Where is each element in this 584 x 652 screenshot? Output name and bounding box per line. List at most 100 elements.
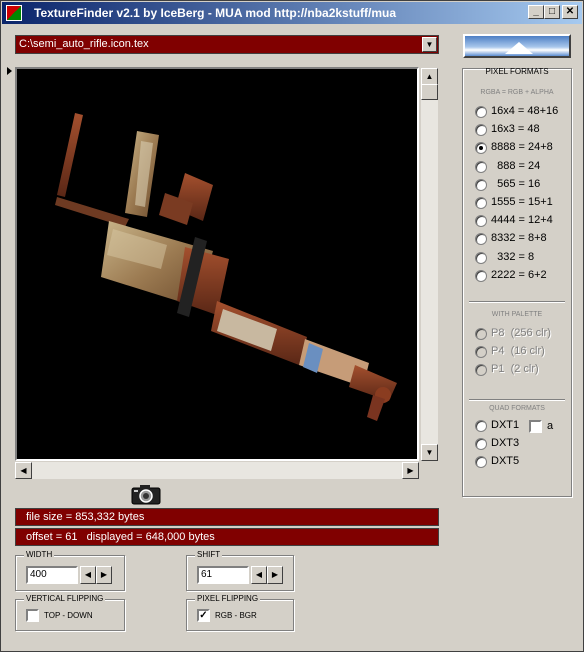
app-icon[interactable] — [6, 5, 22, 21]
pixel-format-option[interactable]: 16x3 = 48 — [475, 123, 567, 137]
top-down-label: TOP - DOWN — [44, 611, 93, 620]
pixel-format-radio[interactable] — [475, 233, 487, 246]
quad-title: QUAD FORMATS — [489, 405, 545, 412]
palette-title: WITH PALETTE — [491, 311, 543, 318]
pixel-formats-title: PIXEL FORMATS — [485, 67, 549, 76]
scroll-left-button[interactable]: ◀ — [15, 462, 32, 479]
palette-format-label: P1 (2 clr) — [491, 363, 539, 376]
width-label: WIDTH — [24, 550, 55, 559]
close-button[interactable]: ✕ — [562, 5, 578, 19]
pixel-format-label: 332 = 8 — [491, 250, 535, 263]
width-decrement-button[interactable]: ◀ — [80, 566, 96, 584]
pixel-format-label: 8332 = 8+8 — [491, 232, 547, 245]
camera-icon[interactable] — [131, 483, 161, 505]
pixel-format-option[interactable]: 565 = 16 — [475, 178, 567, 192]
shift-group: SHIFT 61 ◀ ▶ — [186, 550, 294, 591]
width-increment-button[interactable]: ▶ — [96, 566, 112, 584]
rgb-bgr-checkbox[interactable]: ✓ — [197, 609, 210, 622]
pixel-format-radio[interactable] — [475, 197, 487, 209]
app-window: TextureFinder v2.1 by IceBerg - MUA mod … — [0, 0, 584, 652]
maximize-button[interactable]: □ — [544, 5, 560, 19]
pixel-format-option[interactable]: 332 = 8 — [475, 251, 567, 265]
palette-separator — [469, 301, 565, 303]
quad-format-radio[interactable] — [475, 420, 487, 432]
window-title: TextureFinder v2.1 by IceBerg - MUA mod … — [34, 6, 397, 20]
pixel-format-label: 16x4 = 48+16 — [491, 105, 559, 117]
file-select[interactable]: C:\semi_auto_rifle.icon.tex ▼ — [15, 35, 439, 54]
pixel-formats-panel: PIXEL FORMATS RGBA = RGB + ALPHA 16x4 = … — [462, 67, 572, 497]
palette-format-label: P8 (256 clr) — [491, 327, 551, 339]
canvas-pointer-icon — [7, 67, 12, 75]
width-input[interactable]: 400 — [26, 566, 78, 584]
shift-decrement-button[interactable]: ◀ — [251, 566, 267, 584]
width-group: WIDTH 400 ◀ ▶ — [15, 550, 125, 591]
palette-format-radio — [475, 328, 487, 340]
quad-separator — [469, 399, 565, 401]
pixel-flip-group: PIXEL FLIPPING ✓ RGB - BGR — [186, 594, 294, 631]
iceberg-logo[interactable] — [463, 34, 571, 58]
pixel-format-option[interactable]: 4444 = 12+4 — [475, 214, 567, 228]
quad-format-label: DXT5 — [491, 455, 520, 468]
file-size-readout: file size = 853,332 bytes — [15, 508, 439, 526]
pixel-format-label: 888 = 24 — [491, 159, 541, 172]
palette-format-label: P4 (16 clr) — [491, 345, 545, 358]
rgb-bgr-label: RGB - BGR — [215, 611, 257, 620]
pixel-format-option[interactable]: 888 = 24 — [475, 160, 567, 174]
chevron-down-icon[interactable]: ▼ — [422, 37, 437, 52]
pixel-format-radio[interactable] — [475, 106, 487, 118]
pixel-format-radio[interactable] — [475, 142, 487, 155]
vertical-flip-group: VERTICAL FLIPPING TOP - DOWN — [15, 594, 125, 631]
file-select-value: C:\semi_auto_rifle.icon.tex — [19, 38, 149, 50]
quad-format-label: DXT1 — [491, 419, 520, 431]
pixel-format-radio[interactable] — [475, 124, 487, 137]
pixel-format-radio[interactable] — [475, 215, 487, 228]
quad-format-radio[interactable] — [475, 438, 487, 451]
pixel-format-option[interactable]: 8332 = 8+8 — [475, 232, 567, 246]
top-down-checkbox[interactable] — [26, 609, 39, 622]
pixel-format-label: 1555 = 15+1 — [491, 196, 553, 208]
quad-format-radio[interactable] — [475, 456, 487, 469]
scroll-down-button[interactable]: ▼ — [421, 444, 438, 461]
rgba-note: RGBA = RGB + ALPHA — [480, 89, 554, 96]
pixel-format-option[interactable]: 2222 = 6+2 — [475, 269, 567, 283]
iceberg-peak-icon — [505, 42, 533, 54]
palette-format-radio — [475, 346, 487, 359]
radio-selected-dot — [479, 146, 483, 151]
pixel-flip-label: PIXEL FLIPPING — [195, 594, 261, 603]
pixel-format-option[interactable]: 1555 = 15+1 — [475, 196, 567, 210]
texture-preview-image — [55, 113, 397, 421]
texture-preview[interactable] — [15, 67, 419, 461]
minimize-button[interactable]: _ — [528, 5, 544, 19]
palette-format-option: P1 (2 clr) — [475, 363, 567, 377]
quad-format-option[interactable]: DXT1 — [475, 419, 567, 433]
vertical-scrollbar[interactable]: ▲ ▼ — [421, 68, 438, 461]
palette-format-radio — [475, 364, 487, 377]
quad-format-label: DXT3 — [491, 437, 520, 450]
pixel-format-label: 8888 = 24+8 — [491, 141, 553, 154]
pixel-format-radio[interactable] — [475, 160, 487, 173]
pixel-format-radio[interactable] — [475, 178, 487, 191]
dxt1-alpha-checkbox[interactable] — [529, 420, 542, 433]
scroll-up-button[interactable]: ▲ — [421, 68, 438, 85]
vertical-flip-label: VERTICAL FLIPPING — [24, 594, 106, 603]
scroll-right-button[interactable]: ▶ — [402, 462, 419, 479]
title-bar[interactable]: TextureFinder v2.1 by IceBerg - MUA mod … — [2, 2, 582, 24]
quad-format-option[interactable]: DXT5 — [475, 455, 567, 469]
pixel-format-label: 2222 = 6+2 — [491, 268, 547, 281]
palette-format-option: P4 (16 clr) — [475, 345, 567, 359]
pixel-format-option[interactable]: 16x4 = 48+16 — [475, 105, 567, 119]
pixel-format-label: 16x3 = 48 — [491, 123, 540, 136]
pixel-format-label: 4444 = 12+4 — [491, 214, 553, 227]
shift-input[interactable]: 61 — [197, 566, 249, 584]
vertical-scroll-thumb[interactable] — [421, 84, 438, 100]
horizontal-scrollbar[interactable]: ◀ ▶ — [15, 462, 419, 479]
shift-increment-button[interactable]: ▶ — [267, 566, 283, 584]
pixel-format-option[interactable]: 8888 = 24+8 — [475, 141, 567, 155]
pixel-format-radio[interactable] — [475, 269, 487, 282]
pixel-format-label: 565 = 16 — [491, 177, 541, 190]
quad-format-option[interactable]: DXT3 — [475, 437, 567, 451]
pixel-format-radio[interactable] — [475, 251, 487, 264]
shift-label: SHIFT — [195, 550, 223, 559]
offset-readout: offset = 61 displayed = 648,000 bytes — [15, 528, 439, 546]
dxt1-alpha-label: a — [547, 420, 554, 432]
